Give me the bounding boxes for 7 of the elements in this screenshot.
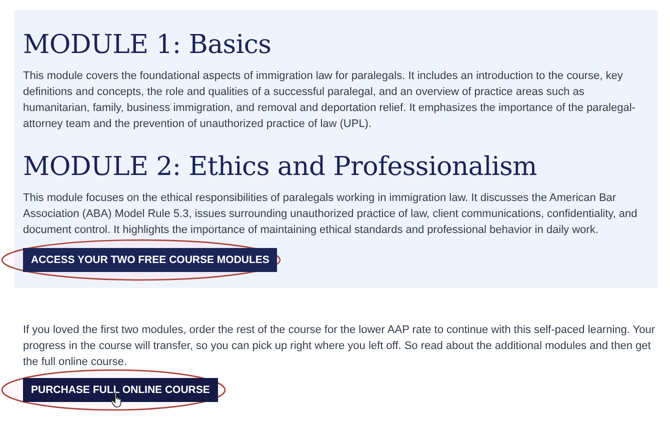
purchase-description: If you loved the first two modules, order the rest of the course for the lower AAP rate to continue with this self-paced learning. Your progress in the course will transfer, so you can pick up right where you left off. So read about the additional modules and then get the full online course.: [23, 323, 656, 370]
module-heading: MODULE 1: Basics: [23, 30, 272, 60]
module-description: This module focuses on the ethical responsibilities of paralegals working in immigration law. It discusses the American Bar Association (ABA) Model Rule 5.3, issues surrounding unauthorized practice of law, client communications, confidentiality, and document control. It highlights the importance of maintaining ethical standards and professional behavior in daily work.: [23, 191, 638, 238]
module-heading: MODULE 2: Ethics and Professionalism: [23, 152, 538, 182]
access-modules-button[interactable]: ACCESS YOUR TWO FREE COURSE MODULES: [23, 248, 278, 272]
purchase-course-button[interactable]: PURCHASE FULL ONLINE COURSE: [23, 378, 218, 402]
module-description: This module covers the foundational aspects of immigration law for paralegals. It includes an introduction to the course, key definitions and concepts, the role and qualities of a successful paralegal, and an overview of practice areas such as humanitarian, family, business immigration, and removal and deportation relief. It emphasizes the importance of the paralegal-attorney team and the prevention of unauthorized practice of law (UPL).: [23, 69, 636, 132]
